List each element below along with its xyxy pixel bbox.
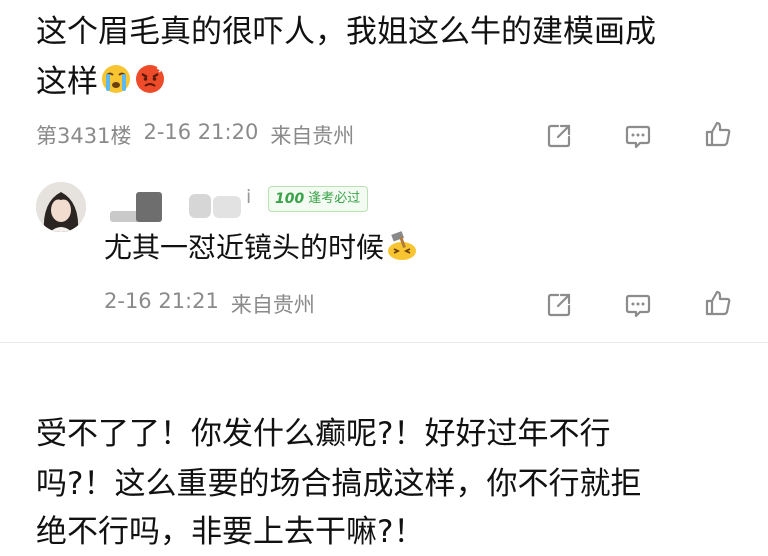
comment-text-line2: 这样	[36, 56, 166, 101]
avatar[interactable]	[36, 182, 86, 232]
like-icon[interactable]	[703, 288, 733, 318]
reply-text-content: 尤其一怼近镜头的时候	[104, 231, 385, 264]
reply-text: 尤其一怼近镜头的时候	[104, 226, 418, 266]
username-blur	[189, 194, 211, 218]
angry-face-icon	[136, 64, 164, 93]
comment-text-line1: 这个眉毛真的很吓人，我姐这么牛的建模画成	[36, 14, 656, 50]
comment-location: 来自贵州	[270, 124, 355, 148]
reply-date: 2-16 21:21	[104, 289, 219, 313]
comment2-line3: 绝不行吗，非要上去干嘛?！	[36, 514, 425, 550]
comment-meta: 第3431楼 2-16 21:20 来自贵州	[36, 120, 354, 150]
divider	[0, 342, 768, 343]
user-badge: 100 逢考必过	[268, 186, 369, 212]
hammer-icon	[388, 231, 417, 260]
username-blur	[213, 196, 241, 218]
share-icon[interactable]	[544, 290, 574, 320]
crying-face-icon	[102, 64, 130, 93]
comment-icon[interactable]	[623, 290, 653, 320]
floor-number: 第3431楼	[36, 124, 132, 148]
reply-meta: 2-16 21:21 来自贵州	[104, 289, 315, 319]
reply-location: 来自贵州	[230, 293, 315, 317]
badge-number: 100	[275, 191, 305, 207]
share-icon[interactable]	[544, 121, 574, 151]
username-blur	[136, 192, 162, 222]
like-icon[interactable]	[703, 119, 733, 149]
badge-text: 逢考必过	[308, 191, 361, 206]
comment-text-line2-text: 这样	[36, 64, 98, 100]
comment2-line2: 吗?！这么重要的场合搞成这样，你不行就拒	[36, 466, 642, 502]
comment-date: 2-16 21:20	[143, 120, 259, 144]
username[interactable]: i	[246, 186, 251, 208]
comment-icon[interactable]	[623, 121, 653, 151]
comment2-line1: 受不了了！你发什么癫呢?！好好过年不行	[36, 416, 611, 452]
